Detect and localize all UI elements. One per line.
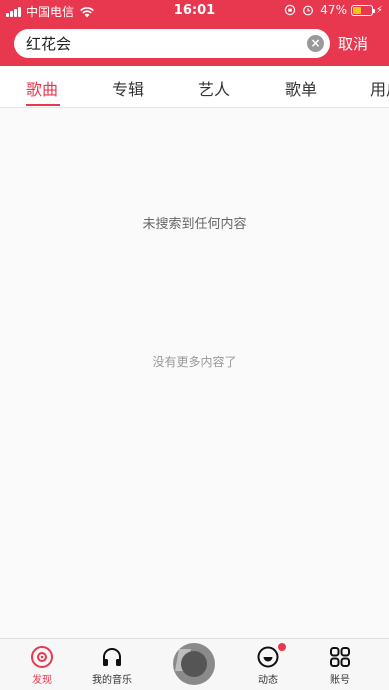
nav-my-music-label: 我的音乐: [92, 675, 132, 686]
tab-playlists[interactable]: 歌单: [285, 76, 317, 100]
nav-account-label: 账号: [330, 675, 350, 686]
now-playing-album[interactable]: [173, 643, 215, 685]
battery-icon: [350, 4, 375, 16]
status-bar: 中国电信 16:01 47% ⚡: [0, 0, 389, 22]
activity-icon: [257, 646, 279, 668]
status-right: 47% ⚡: [284, 3, 383, 17]
tab-artists[interactable]: 艺人: [198, 76, 230, 100]
nav-account[interactable]: 账号: [310, 645, 370, 686]
search-tabs: 歌曲 专辑 艺人 歌单 用户: [0, 66, 389, 108]
active-tab-indicator: [26, 104, 60, 106]
tab-users[interactable]: 用户: [370, 76, 389, 100]
nav-activity[interactable]: 动态: [238, 645, 298, 686]
no-more-content-message: 没有更多内容了: [152, 355, 237, 369]
search-box[interactable]: ×: [14, 29, 330, 58]
app-header: 中国电信 16:01 47% ⚡ × 取: [0, 0, 389, 66]
battery-percent: 47%: [320, 3, 347, 17]
notification-badge: [278, 643, 286, 651]
nav-discover-label: 发现: [32, 675, 52, 686]
nav-discover[interactable]: 发现: [12, 645, 72, 686]
tab-albums[interactable]: 专辑: [112, 76, 144, 100]
headphones-icon: [103, 648, 121, 666]
search-input[interactable]: [26, 29, 296, 58]
discover-icon: [31, 646, 53, 668]
nav-activity-label: 动态: [258, 675, 278, 686]
bottom-nav: 发现 我的音乐 动态 账号: [0, 638, 389, 690]
account-grid-icon: [330, 647, 350, 667]
tab-songs[interactable]: 歌曲: [26, 76, 58, 100]
search-results: 未搜索到任何内容 没有更多内容了: [0, 108, 389, 638]
charging-icon: ⚡: [375, 4, 383, 16]
nav-my-music[interactable]: 我的音乐: [82, 645, 142, 686]
cancel-button[interactable]: 取消: [338, 33, 368, 54]
alarm-icon: [303, 5, 314, 16]
album-disc: [181, 651, 207, 677]
empty-results-message: 未搜索到任何内容: [142, 217, 247, 232]
clear-icon[interactable]: ×: [307, 35, 324, 52]
orientation-lock-icon: [285, 4, 296, 16]
